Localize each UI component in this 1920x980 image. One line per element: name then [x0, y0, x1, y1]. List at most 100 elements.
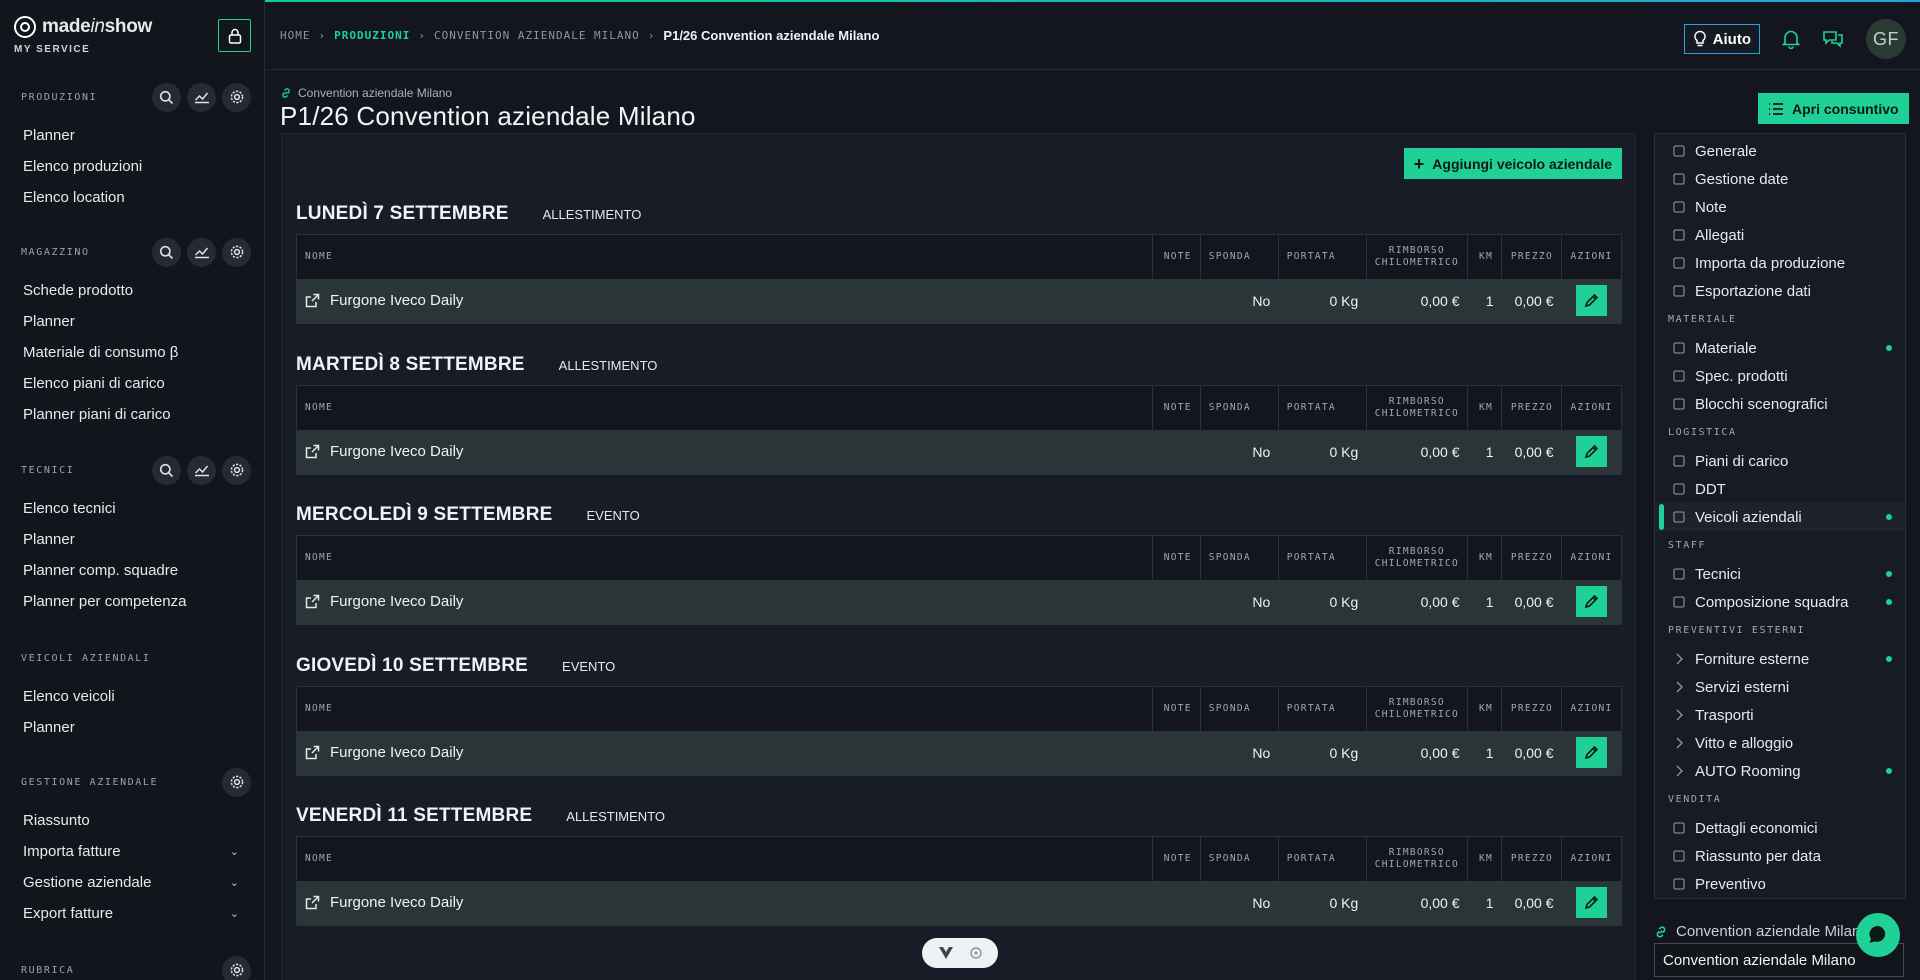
- chart-button[interactable]: [187, 237, 216, 267]
- production-link[interactable]: Convention aziendale Milano: [1654, 923, 1869, 940]
- edit-vehicle-button[interactable]: [1575, 737, 1607, 769]
- gear-button[interactable]: [222, 767, 251, 797]
- nav-item[interactable]: Servizi esterni: [1655, 673, 1905, 701]
- gear-button[interactable]: [222, 455, 251, 485]
- nav-item[interactable]: Trasporti: [1655, 701, 1905, 729]
- sidebar-item[interactable]: Planner: [0, 306, 264, 337]
- nav-item[interactable]: Tecnici: [1655, 560, 1905, 588]
- vehicle-link[interactable]: Furgone Iveco Daily: [305, 894, 1144, 911]
- sidebar-item[interactable]: Gestione aziendale ⌄: [0, 867, 264, 898]
- nav-item[interactable]: Gestione date: [1655, 165, 1905, 193]
- nav-item[interactable]: Riassunto per data: [1655, 842, 1905, 870]
- nav-item[interactable]: Dettagli economici: [1655, 814, 1905, 842]
- sidebar-section-header: MAGAZZINO: [0, 237, 264, 267]
- vehicle-link[interactable]: Furgone Iveco Daily: [305, 443, 1144, 460]
- edit-vehicle-button[interactable]: [1575, 586, 1607, 618]
- search-button[interactable]: [152, 237, 181, 267]
- nav-item-label: Riassunto per data: [1695, 847, 1821, 865]
- sidebar-item[interactable]: Materiale di consumo β: [0, 337, 264, 368]
- sidebar-item-label: Elenco veicoli: [23, 688, 115, 705]
- nav-item[interactable]: Vitto e alloggio: [1655, 729, 1905, 757]
- vehicle-link[interactable]: Furgone Iveco Daily: [305, 744, 1144, 761]
- vehicle-link[interactable]: Furgone Iveco Daily: [305, 593, 1144, 610]
- external-link-icon: [305, 745, 320, 760]
- nav-item[interactable]: Note: [1655, 193, 1905, 221]
- day-title: VENERDÌ 11 SETTEMBRE: [296, 805, 533, 826]
- gear-button[interactable]: [222, 237, 251, 267]
- nav-item[interactable]: Veicoli aziendali: [1655, 503, 1905, 531]
- support-chat-button[interactable]: [1856, 913, 1900, 957]
- nav-item[interactable]: Preventivo: [1655, 870, 1905, 898]
- nav-item-label: Tecnici: [1695, 565, 1741, 583]
- chart-button[interactable]: [187, 82, 216, 112]
- sidebar-section-actions: [152, 82, 251, 112]
- nav-item[interactable]: Composizione squadra: [1655, 588, 1905, 616]
- nav-item[interactable]: Blocchi scenografici: [1655, 390, 1905, 418]
- gear-icon: [229, 244, 245, 260]
- sidebar-item[interactable]: Elenco produzioni: [0, 151, 264, 182]
- sidebar-item[interactable]: Planner per competenza: [0, 586, 264, 617]
- add-vehicle-button[interactable]: + Aggiungi veicolo aziendale: [1403, 148, 1622, 179]
- chevron-right-icon: [1672, 708, 1686, 722]
- nav-item[interactable]: Spec. prodotti: [1655, 362, 1905, 390]
- sidebar-item[interactable]: Planner: [0, 524, 264, 555]
- sidebar-item[interactable]: Schede prodotto: [0, 275, 264, 306]
- sidebar-item[interactable]: Elenco piani di carico: [0, 368, 264, 399]
- sidebar-item[interactable]: Riassunto: [0, 805, 264, 836]
- day-title: MARTEDÌ 8 SETTEMBRE: [296, 354, 525, 375]
- edit-vehicle-button[interactable]: [1575, 887, 1607, 919]
- help-button[interactable]: Aiuto: [1683, 24, 1760, 54]
- col-note: NOTE: [1151, 686, 1201, 731]
- edit-vehicle-button[interactable]: [1575, 285, 1607, 317]
- vehicle-name: Furgone Iveco Daily: [330, 443, 464, 461]
- vehicles-table: NOME NOTE SPONDA PORTATA RIMBORSO CHILOMETRIC…: [296, 385, 1622, 475]
- nav-item[interactable]: Materiale: [1655, 334, 1905, 362]
- table-row: Furgone Iveco Daily No 0 Kg 0,00 €1 0,00 €: [296, 278, 1622, 324]
- user-avatar[interactable]: GF: [1866, 19, 1906, 59]
- breadcrumb-separator-icon: ›: [647, 29, 656, 42]
- page-parent-link[interactable]: Convention aziendale Milano: [280, 86, 452, 100]
- nav-item[interactable]: DDT: [1655, 475, 1905, 503]
- sidebar-item[interactable]: Planner: [0, 120, 264, 151]
- gear-button[interactable]: [222, 82, 251, 112]
- sidebar-item[interactable]: Elenco veicoli: [0, 681, 264, 712]
- nav-item[interactable]: AUTO Rooming: [1655, 757, 1905, 785]
- breadcrumb-event[interactable]: CONVENTION AZIENDALE MILANO: [434, 29, 640, 42]
- brand-logo[interactable]: madeinshow: [14, 16, 152, 38]
- edit-vehicle-button[interactable]: [1575, 436, 1607, 468]
- sidebar-item[interactable]: Planner: [0, 712, 264, 743]
- sidebar-item[interactable]: Export fatture ⌄: [0, 898, 264, 929]
- sidebar-section: RUBRICA: [0, 955, 264, 980]
- bell-icon[interactable]: [1782, 29, 1800, 49]
- nav-item[interactable]: Forniture esterne: [1655, 645, 1905, 673]
- sidebar-section-title: VEICOLI AZIENDALI: [21, 652, 151, 664]
- nav-item[interactable]: Importa da produzione: [1655, 249, 1905, 277]
- sidebar-item[interactable]: Elenco location: [0, 182, 264, 213]
- gear-button[interactable]: [222, 955, 251, 980]
- lightbulb-icon: [1693, 30, 1706, 47]
- nav-item-label: Generale: [1695, 142, 1757, 160]
- vehicle-prezzo: 0,00 €: [1501, 278, 1562, 324]
- nav-item[interactable]: Allegati: [1655, 221, 1905, 249]
- nav-item[interactable]: Generale: [1655, 137, 1905, 165]
- sidebar-item[interactable]: Planner comp. squadre: [0, 555, 264, 586]
- sidebar-item[interactable]: Elenco tecnici: [0, 493, 264, 524]
- chat-icon[interactable]: [1822, 29, 1844, 49]
- col-sponda: SPONDA: [1199, 535, 1279, 580]
- apri-consuntivo-button[interactable]: Apri consuntivo: [1758, 93, 1909, 124]
- lock-button[interactable]: [218, 19, 251, 52]
- search-button[interactable]: [152, 82, 181, 112]
- sidebar-section-header: PRODUZIONI: [0, 82, 264, 112]
- vue-devtools-icon[interactable]: [938, 946, 954, 960]
- vehicle-link[interactable]: Furgone Iveco Daily: [305, 292, 1144, 309]
- breadcrumb-home[interactable]: HOME: [280, 29, 311, 42]
- col-nome: NOME: [296, 234, 1153, 279]
- sidebar-item[interactable]: Importa fatture ⌄: [0, 836, 264, 867]
- nav-item[interactable]: Piani di carico: [1655, 447, 1905, 475]
- nav-item[interactable]: Esportazione dati: [1655, 277, 1905, 305]
- breadcrumb-produzioni[interactable]: PRODUZIONI: [334, 29, 410, 42]
- sidebar-item[interactable]: Planner piani di carico: [0, 399, 264, 430]
- search-button[interactable]: [152, 455, 181, 485]
- chart-button[interactable]: [187, 455, 216, 485]
- target-icon[interactable]: [969, 946, 983, 960]
